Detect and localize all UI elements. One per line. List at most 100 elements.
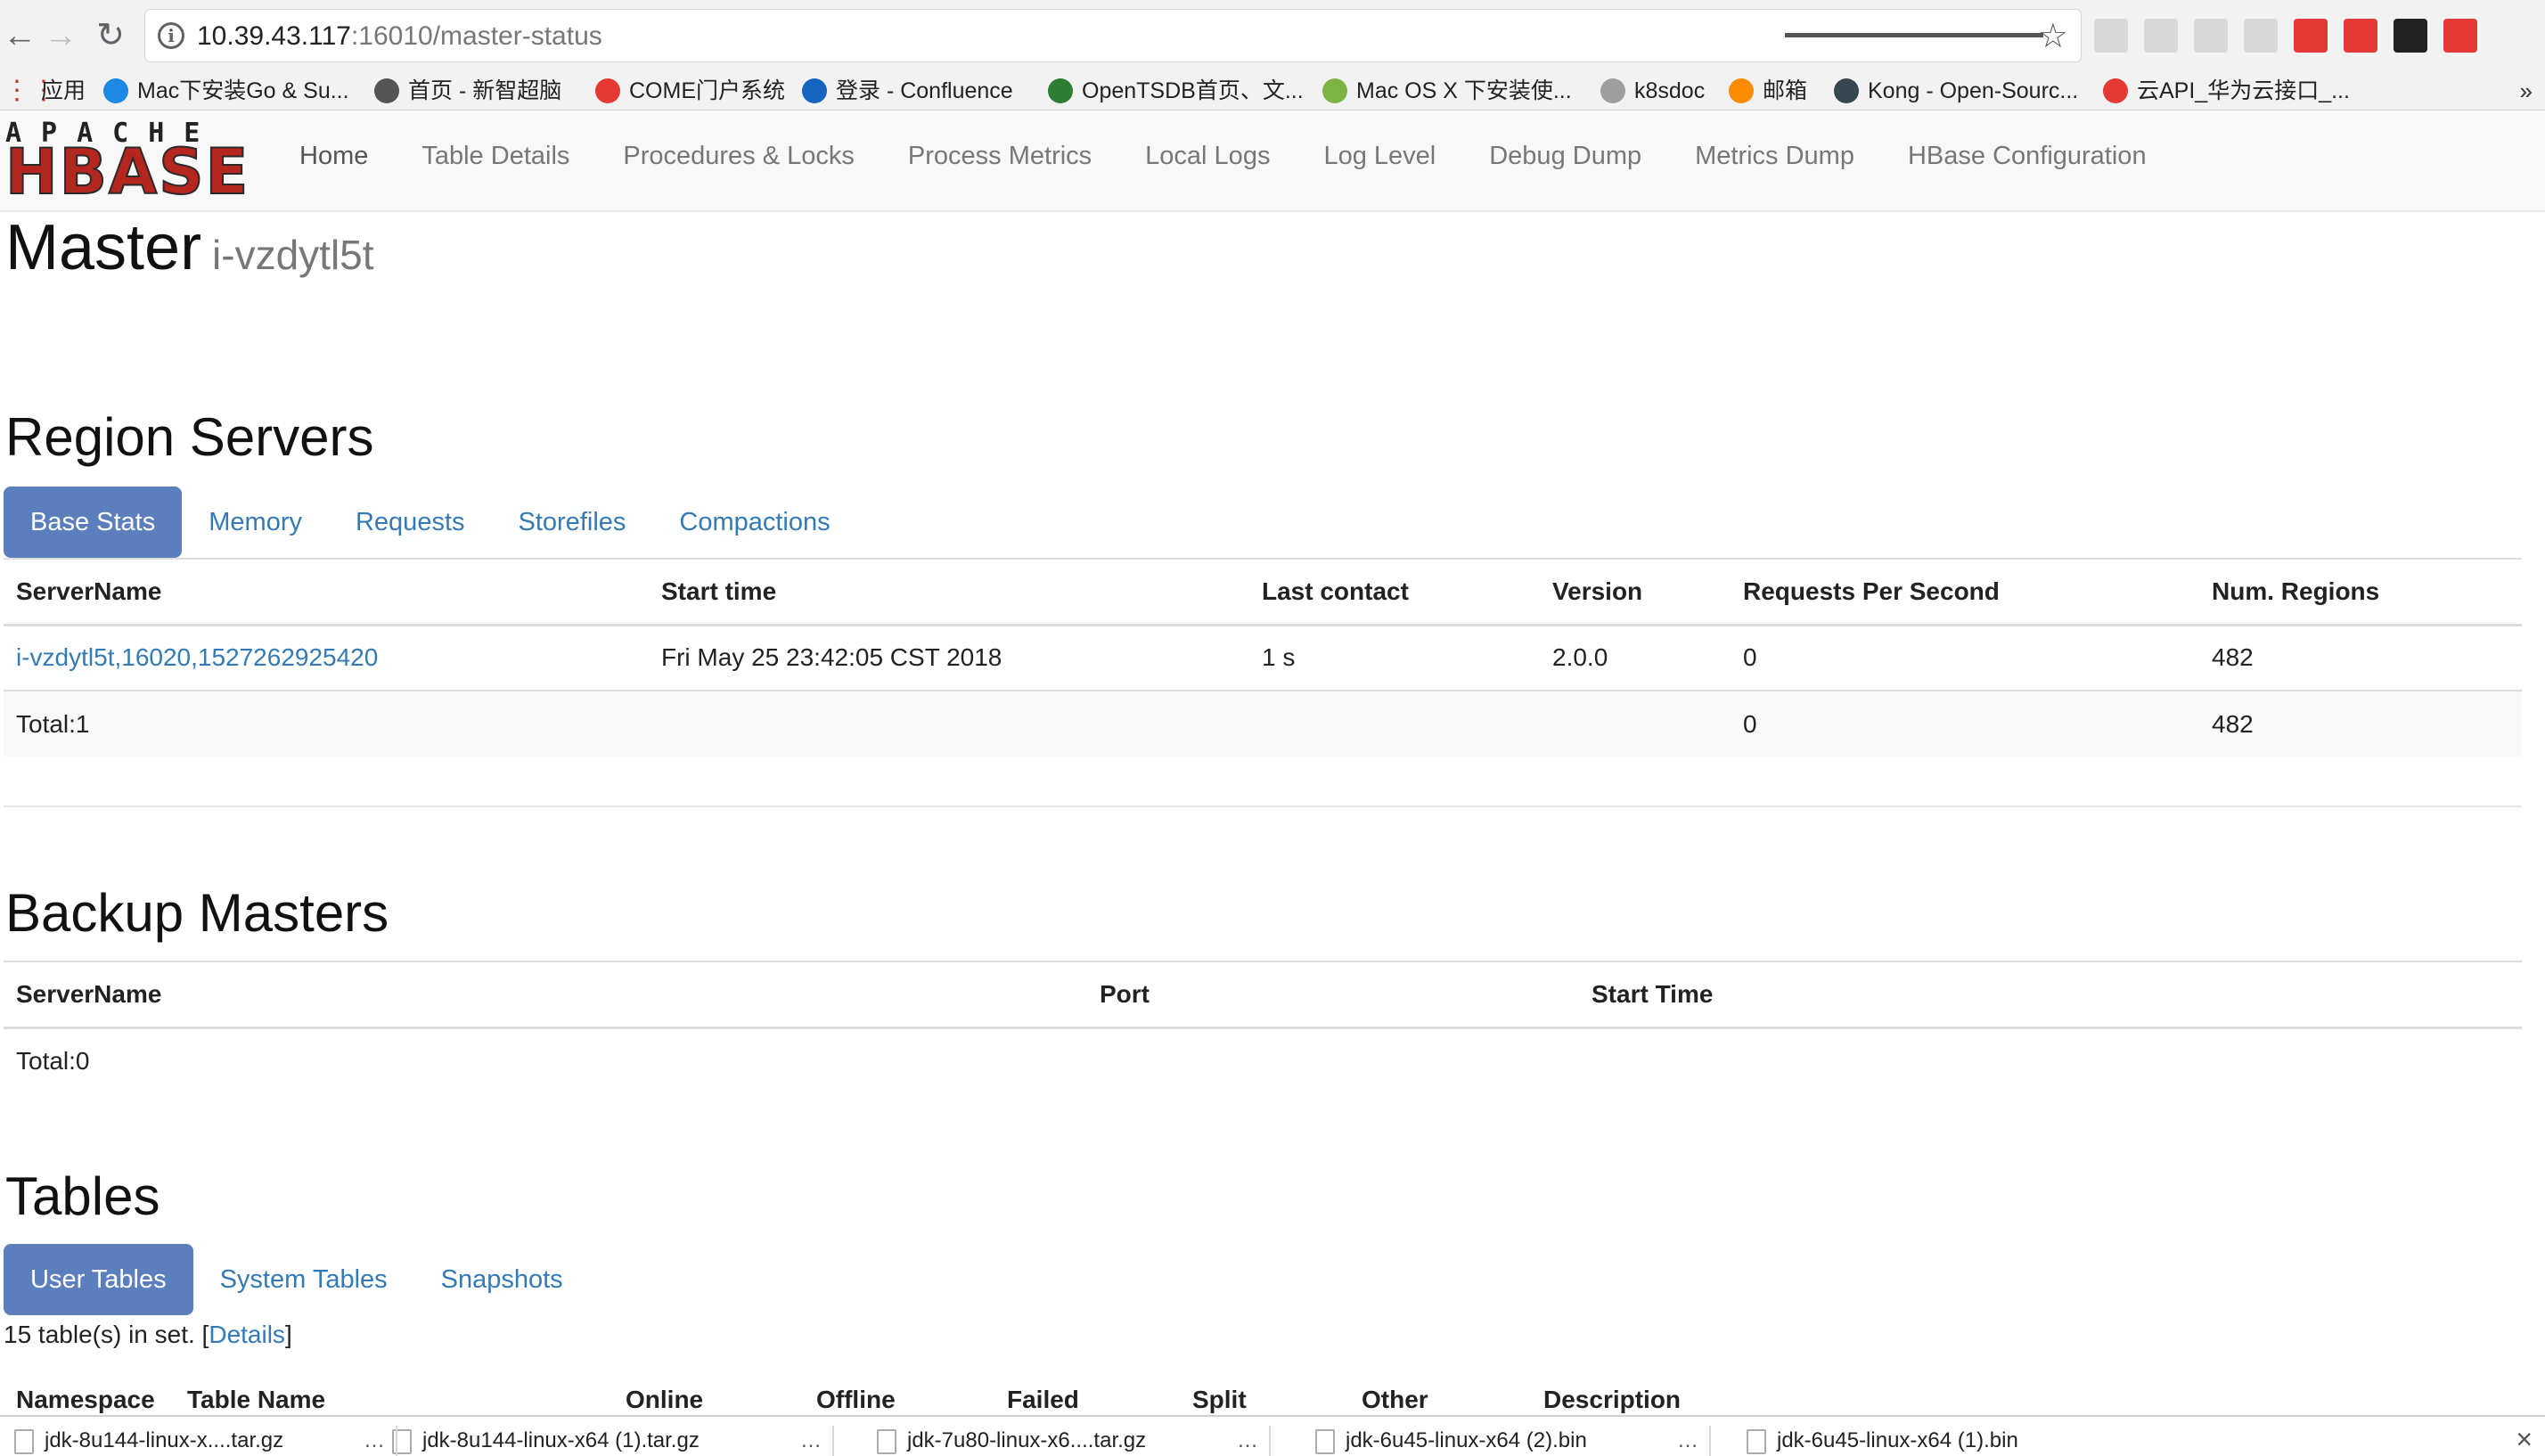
extension-flag-icon[interactable]	[2294, 19, 2328, 53]
bookmark-item[interactable]: Mac下安装Go & Su...	[103, 71, 349, 110]
region-servers-tab-compactions[interactable]: Compactions	[652, 487, 856, 558]
tables-tab-snapshots[interactable]: Snapshots	[414, 1244, 590, 1315]
bookmark-label: 首页 - 新智超脑	[408, 78, 562, 103]
extension-red-icon[interactable]	[2344, 19, 2377, 53]
extension-rp-icon[interactable]	[2194, 19, 2228, 53]
bookmark-item[interactable]: k8sdoc	[1600, 71, 1705, 110]
nav-link-hbase-configuration[interactable]: HBase Configuration	[1881, 110, 2173, 212]
bookmark-label: 云API_华为云接口_...	[2137, 78, 2350, 103]
column-header: Start time	[661, 577, 777, 605]
region-servers-tab-storefiles[interactable]: Storefiles	[492, 487, 653, 558]
nav-link-local-logs[interactable]: Local Logs	[1118, 110, 1297, 212]
bookmark-item[interactable]: COME门户系统	[595, 71, 785, 110]
bookmark-label: Mac下安装Go & Su...	[137, 78, 349, 103]
bookmark-label: 应用	[41, 78, 86, 103]
bookmark-item[interactable]: Mac OS X 下安装使...	[1322, 71, 1572, 110]
table-cell: 0	[1731, 625, 2199, 691]
loading-bar	[1785, 33, 2043, 37]
table-row: i-vzdytl5t,16020,1527262925420 Fri May 25…	[4, 625, 2522, 691]
bookmarks-more-icon[interactable]: »	[2520, 71, 2533, 110]
download-filename: jdk-8u144-linux-x64 (1).tar.gz	[422, 1428, 700, 1452]
region-servers-tab-requests[interactable]: Requests	[329, 487, 492, 558]
download-item[interactable]: jdk-8u144-linux-x....tar.gz	[14, 1424, 283, 1456]
total-cell: Total:1	[4, 691, 649, 757]
bookmark-favicon-icon	[1322, 78, 1347, 103]
extension-dark-icon[interactable]	[2394, 19, 2427, 53]
bookmark-item[interactable]: 云API_华为云接口_...	[2103, 71, 2350, 110]
column-header: Last contact	[1262, 577, 1409, 605]
column-header: Start Time	[1592, 979, 1714, 1008]
download-item[interactable]: jdk-6u45-linux-x64 (2).bin	[1315, 1424, 1587, 1456]
forward-icon[interactable]: →	[43, 12, 78, 59]
bookmark-item[interactable]: 邮箱	[1729, 71, 1807, 110]
region-server-link[interactable]: i-vzdytl5t,16020,1527262925420	[16, 643, 378, 671]
bookmark-label: k8sdoc	[1634, 78, 1706, 103]
extension-menu-icon[interactable]	[2443, 19, 2477, 53]
info-icon[interactable]: i	[158, 22, 184, 49]
total-cell: 0	[1731, 691, 2199, 757]
column-header: ServerName	[16, 979, 162, 1008]
region-servers-tab-memory[interactable]: Memory	[182, 487, 329, 558]
address-bar[interactable]: i 10.39.43.117:16010/master-status ☆	[144, 9, 2082, 62]
tables-details-link[interactable]: Details	[209, 1321, 285, 1348]
download-filename: jdk-8u144-linux-x....tar.gz	[45, 1428, 284, 1452]
column-header: Requests Per Second	[1743, 577, 2000, 605]
page-content: Master i-vzdytl5t Region Servers Base Sta…	[0, 212, 2545, 1415]
table-header-row: ServerName Port Start Time	[4, 961, 2522, 1027]
section-divider	[4, 806, 2522, 807]
download-separator	[832, 1426, 834, 1456]
download-menu-icon[interactable]: …	[1237, 1424, 1258, 1456]
tables-count-note: 15 table(s) in set. [Details]	[4, 1317, 292, 1353]
download-separator	[1269, 1426, 1271, 1456]
tables-tab-user-tables[interactable]: User Tables	[4, 1244, 193, 1315]
download-separator	[1709, 1426, 1711, 1456]
extension-bird-icon[interactable]	[2094, 19, 2128, 53]
column-header: Num. Regions	[2212, 577, 2380, 605]
download-item[interactable]: jdk-7u80-linux-x6....tar.gz	[877, 1424, 1146, 1456]
bookmark-item[interactable]: ⋮⋮ 应用	[4, 71, 86, 110]
empty-cell	[1249, 691, 1540, 757]
tables-heading: Tables	[5, 1166, 160, 1226]
nav-link-table-details[interactable]: Table Details	[395, 110, 596, 212]
bookmark-star-icon[interactable]: ☆	[2038, 17, 2068, 56]
table-cell: 1 s	[1249, 625, 1540, 691]
download-item[interactable]: jdk-6u45-linux-x64 (1).bin	[1747, 1424, 2018, 1456]
nav-link-debug-dump[interactable]: Debug Dump	[1462, 110, 1668, 212]
region-servers-tabs: Base Stats Memory Requests Storefiles Compac…	[4, 487, 857, 558]
empty-cell	[649, 691, 1249, 757]
apps-grid-icon: ⋮⋮	[4, 76, 57, 105]
nav-link-log-level[interactable]: Log Level	[1297, 110, 1462, 212]
reload-icon[interactable]: ↻	[93, 12, 128, 59]
logo-hbase-text: HBASE	[4, 135, 250, 209]
tables-tab-system-tables[interactable]: System Tables	[193, 1244, 414, 1315]
bookmark-label: OpenTSDB首页、文...	[1082, 78, 1304, 103]
region-servers-tab-base-stats[interactable]: Base Stats	[4, 487, 183, 558]
bookmark-item[interactable]: 首页 - 新智超脑	[374, 71, 561, 110]
table-cell: 2.0.0	[1540, 625, 1731, 691]
bookmark-item[interactable]: Kong - Open-Sourc...	[1834, 71, 2078, 110]
bookmark-favicon-icon	[2103, 78, 2128, 103]
download-item[interactable]: jdk-8u144-linux-x64 (1).tar.gz	[392, 1424, 700, 1456]
url-host: 10.39.43.117	[197, 21, 351, 51]
table-row: Total:0	[4, 1027, 2522, 1093]
url-text[interactable]: 10.39.43.117:16010/master-status	[197, 10, 602, 63]
bookmark-item[interactable]: OpenTSDB首页、文...	[1048, 71, 1304, 110]
hbase-logo[interactable]: APACHE HBASE	[4, 120, 250, 209]
download-menu-icon[interactable]: …	[1677, 1424, 1698, 1456]
bookmark-item[interactable]: 登录 - Confluence	[802, 71, 1013, 110]
download-menu-icon[interactable]: …	[364, 1424, 385, 1456]
nav-link-home[interactable]: Home	[273, 110, 395, 212]
nav-link-process-metrics[interactable]: Process Metrics	[881, 110, 1118, 212]
extension-zkwu-icon[interactable]	[2144, 19, 2178, 53]
file-icon	[877, 1428, 896, 1454]
page-title-text: Master	[5, 212, 202, 283]
download-menu-icon[interactable]: …	[800, 1424, 822, 1456]
file-icon	[14, 1428, 34, 1454]
close-icon[interactable]: ×	[2516, 1422, 2533, 1456]
extension-cast-icon[interactable]	[2244, 19, 2278, 53]
back-icon[interactable]: ←	[2, 12, 37, 59]
file-icon	[1747, 1428, 1766, 1454]
nav-link-procedures-locks[interactable]: Procedures & Locks	[596, 110, 881, 212]
nav-link-metrics-dump[interactable]: Metrics Dump	[1668, 110, 1881, 212]
file-icon	[1315, 1428, 1335, 1454]
